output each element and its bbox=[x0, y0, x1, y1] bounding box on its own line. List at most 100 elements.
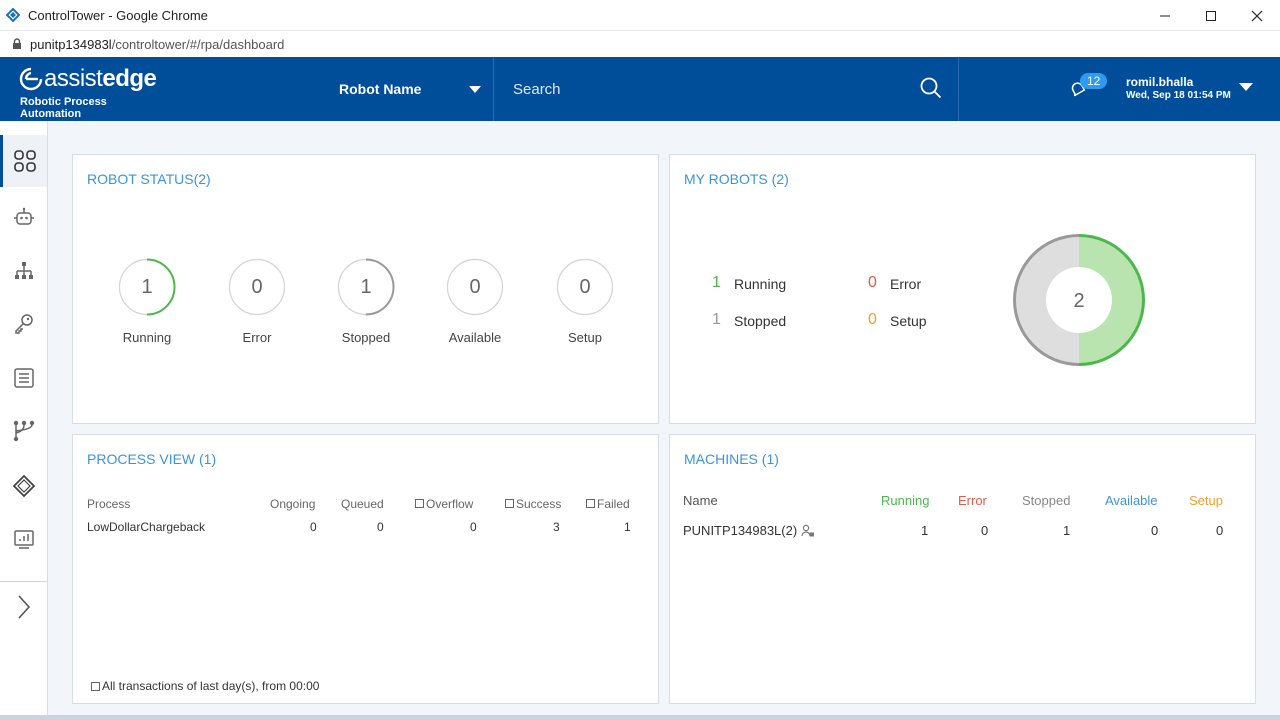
report-chart-icon bbox=[13, 530, 34, 549]
pv-header-queued: Queued bbox=[341, 497, 384, 511]
logo-text-light: assist bbox=[44, 65, 103, 92]
status-label-stopped: Stopped bbox=[341, 330, 391, 345]
search-icon[interactable] bbox=[920, 77, 942, 104]
search-input[interactable] bbox=[495, 57, 895, 121]
sidebar-item-documents[interactable] bbox=[0, 352, 47, 404]
mc-header-error: Error bbox=[958, 493, 987, 508]
mc-available-value: 0 bbox=[1151, 523, 1159, 538]
lock-icon bbox=[12, 38, 22, 50]
pv-header-failed: Failed bbox=[586, 497, 630, 511]
sidebar-item-modules[interactable] bbox=[0, 460, 47, 512]
robot-status-title: ROBOT STATUS(2) bbox=[87, 171, 211, 187]
mc-machine-name-text: PUNITP134983L(2) bbox=[683, 523, 798, 538]
status-label-running: Running bbox=[122, 330, 172, 345]
my-robots-error-count: 0 bbox=[868, 274, 877, 291]
user-info[interactable]: romil.bhalla Wed, Sep 18 01:54 PM bbox=[1126, 75, 1231, 101]
notifications-button[interactable]: 12 bbox=[1068, 73, 1118, 105]
url-text[interactable]: punitp134983l/controltower/#/rpa/dashboa… bbox=[30, 37, 284, 52]
donut-total-label: 2 bbox=[1073, 290, 1084, 312]
pv-failed-value: 1 bbox=[624, 520, 631, 534]
sidebar-item-dashboard[interactable] bbox=[0, 135, 47, 187]
pv-ongoing-value: 0 bbox=[310, 520, 317, 534]
sidebar-item-robots[interactable] bbox=[0, 191, 47, 243]
sidebar-item-reports[interactable] bbox=[0, 513, 47, 565]
status-ring-available[interactable]: 0 bbox=[446, 258, 504, 316]
close-icon bbox=[1251, 10, 1263, 21]
machines-title: MACHINES (1) bbox=[684, 451, 779, 467]
window-title: ControlTower - Google Chrome bbox=[28, 7, 208, 23]
diamond-chip-icon bbox=[12, 474, 35, 498]
pv-queued-value: 0 bbox=[377, 520, 384, 534]
url-host: punitp134983l bbox=[30, 36, 112, 52]
sidebar bbox=[0, 121, 48, 720]
pv-footer-text: All transactions of last day(s), from 00… bbox=[102, 679, 320, 693]
url-path: /controltower/#/rpa/dashboard bbox=[111, 36, 285, 52]
pv-success-value: 3 bbox=[553, 520, 560, 534]
pv-header-success: Success bbox=[505, 497, 561, 511]
assistedge-logo[interactable]: assistedge Robotic Process Automation bbox=[18, 65, 168, 120]
calendar-check-icon bbox=[586, 499, 595, 508]
my-robots-card: MY ROBOTS (2) 1 Running 1 Stopped 0 Erro… bbox=[669, 154, 1256, 424]
pv-header-overflow: Overflow bbox=[415, 497, 473, 511]
minimize-button[interactable] bbox=[1142, 0, 1188, 31]
status-ring-error[interactable]: 0 bbox=[228, 258, 286, 316]
mc-running-value: 1 bbox=[921, 523, 929, 538]
address-bar[interactable]: punitp134983l/controltower/#/rpa/dashboa… bbox=[0, 31, 1280, 57]
robot-status-card: ROBOT STATUS(2) 1 Running 0 Error 1 Stopped 0 A… bbox=[72, 154, 659, 424]
mc-header-available: Available bbox=[1105, 493, 1158, 508]
robot-name-label: Robot Name bbox=[339, 81, 422, 97]
chevron-right-icon bbox=[17, 595, 30, 619]
dashboard-grid-icon bbox=[14, 150, 36, 172]
maximize-button[interactable] bbox=[1188, 0, 1234, 31]
status-ring-stopped[interactable]: 1 bbox=[337, 258, 395, 316]
my-robots-error-label: Error bbox=[890, 276, 922, 292]
mc-header-running: Running bbox=[881, 493, 930, 508]
pv-footer: All transactions of last day(s), from 00… bbox=[91, 679, 319, 693]
status-ring-value: 0 bbox=[469, 275, 481, 298]
dashboard-main: ROBOT STATUS(2) 1 Running 0 Error 1 Stopped 0 A… bbox=[48, 121, 1280, 720]
process-view-title: PROCESS VIEW (1) bbox=[87, 451, 217, 467]
minimize-icon bbox=[1160, 15, 1170, 16]
logo-text: assistedge bbox=[44, 65, 157, 93]
logo-mark-icon bbox=[19, 67, 43, 91]
robot-name-dropdown[interactable]: Robot Name bbox=[320, 57, 494, 121]
user-lock-icon bbox=[801, 524, 815, 536]
status-ring-running[interactable]: 1 bbox=[118, 258, 176, 316]
my-robots-title: MY ROBOTS (2) bbox=[684, 171, 789, 187]
mc-header-setup: Setup bbox=[1189, 493, 1223, 508]
maximize-icon bbox=[1206, 10, 1216, 21]
sidebar-item-workflows[interactable] bbox=[0, 405, 47, 457]
close-window-button[interactable] bbox=[1234, 0, 1280, 31]
pv-header-success-label: Success bbox=[516, 497, 562, 511]
sidebar-item-hierarchy[interactable] bbox=[0, 245, 47, 297]
mc-stopped-value: 1 bbox=[1063, 523, 1071, 538]
my-robots-stopped-label: Stopped bbox=[734, 313, 787, 329]
user-menu-chevron-icon[interactable] bbox=[1239, 83, 1253, 91]
chevron-down-icon bbox=[469, 86, 481, 93]
pv-header-overflow-label: Overflow bbox=[426, 497, 474, 511]
status-ring-value: 1 bbox=[141, 275, 153, 298]
mc-error-value: 0 bbox=[981, 523, 989, 538]
calendar-check-icon bbox=[415, 499, 424, 508]
pv-overflow-value: 0 bbox=[470, 520, 477, 534]
status-label-setup: Setup bbox=[568, 330, 602, 345]
my-robots-setup-label: Setup bbox=[890, 313, 927, 329]
mc-machine-name[interactable]: PUNITP134983L(2) bbox=[683, 523, 815, 538]
key-icon bbox=[14, 314, 33, 334]
app-diamond-icon bbox=[6, 8, 20, 22]
status-ring-value: 1 bbox=[360, 275, 372, 298]
logo-subtitle: Robotic Process Automation bbox=[20, 96, 107, 120]
browser-titlebar: ControlTower - Google Chrome bbox=[0, 0, 1280, 31]
pv-header-ongoing: Ongoing bbox=[270, 497, 316, 511]
status-ring-setup[interactable]: 0 bbox=[556, 258, 614, 316]
sidebar-item-credentials[interactable] bbox=[0, 298, 47, 350]
pv-header-process: Process bbox=[87, 497, 131, 511]
machines-card: MACHINES (1) Name Running Error Stopped … bbox=[669, 434, 1256, 704]
pv-process-name[interactable]: LowDollarChargeback bbox=[87, 520, 205, 534]
status-label-available: Available bbox=[448, 330, 502, 345]
my-robots-stopped-count: 1 bbox=[712, 311, 721, 328]
my-robots-running-label: Running bbox=[734, 276, 787, 292]
hierarchy-icon bbox=[14, 262, 33, 279]
sidebar-expand-button[interactable] bbox=[0, 581, 47, 633]
mc-setup-value: 0 bbox=[1216, 523, 1224, 538]
